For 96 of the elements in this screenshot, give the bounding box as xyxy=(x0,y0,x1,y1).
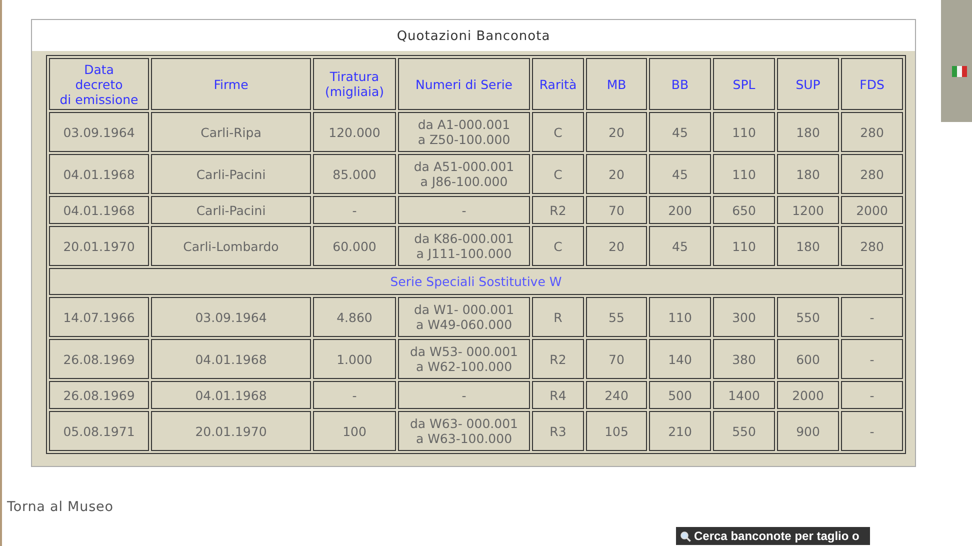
column-header: SUP xyxy=(777,58,839,110)
table-cell: 20.01.1970 xyxy=(151,411,311,451)
table-cell: - xyxy=(398,381,530,409)
table-cell: da A1-000.001 a Z50-100.000 xyxy=(398,112,530,152)
table-cell: 45 xyxy=(649,112,711,152)
table-cell: 04.01.1968 xyxy=(151,381,311,409)
table-cell: 200 xyxy=(649,196,711,224)
table-cell: 550 xyxy=(777,297,839,337)
table-cell: 04.01.1968 xyxy=(49,196,149,224)
column-header: Numeri di Serie xyxy=(398,58,530,110)
table-cell: 900 xyxy=(777,411,839,451)
table-cell: 240 xyxy=(586,381,647,409)
table-cell: C xyxy=(532,226,584,266)
table-cell: 04.01.1968 xyxy=(151,339,311,379)
table-cell: 03.09.1964 xyxy=(49,112,149,152)
table-cell: 180 xyxy=(777,154,839,194)
table-cell: C xyxy=(532,154,584,194)
section-heading: Serie Speciali Sostitutive W xyxy=(49,268,903,295)
table-cell: 2000 xyxy=(841,196,903,224)
table-cell: da W53- 000.001 a W62-100.000 xyxy=(398,339,530,379)
table-cell: da A51-000.001 a J86-100.000 xyxy=(398,154,530,194)
column-header: Data decreto di emissione xyxy=(49,58,149,110)
table-cell: Carli-Lombardo xyxy=(151,226,311,266)
search-button[interactable]: Cerca banconote per taglio o xyxy=(676,527,870,545)
table-cell: 280 xyxy=(841,226,903,266)
table-cell: 70 xyxy=(586,196,647,224)
table-cell: 280 xyxy=(841,154,903,194)
column-header: SPL xyxy=(713,58,775,110)
table-cell: da W63- 000.001 a W63-100.000 xyxy=(398,411,530,451)
table-cell: R4 xyxy=(532,381,584,409)
table-cell: - xyxy=(841,381,903,409)
table-cell: 140 xyxy=(649,339,711,379)
table-cell: 20 xyxy=(586,154,647,194)
table-cell: 1400 xyxy=(713,381,775,409)
column-header: BB xyxy=(649,58,711,110)
table-cell: 45 xyxy=(649,154,711,194)
table-cell: - xyxy=(841,297,903,337)
table-cell: - xyxy=(313,381,396,409)
table-cell: 650 xyxy=(713,196,775,224)
table-cell: - xyxy=(398,196,530,224)
column-header: FDS xyxy=(841,58,903,110)
table-cell: 1.000 xyxy=(313,339,396,379)
table-cell: R xyxy=(532,297,584,337)
table-cell: 280 xyxy=(841,112,903,152)
column-header: Tiratura (migliaia) xyxy=(313,58,396,110)
table-cell: 2000 xyxy=(777,381,839,409)
table-cell: 120.000 xyxy=(313,112,396,152)
table-cell: 70 xyxy=(586,339,647,379)
table-cell: R2 xyxy=(532,196,584,224)
table-cell: 550 xyxy=(713,411,775,451)
column-header: MB xyxy=(586,58,647,110)
back-link[interactable]: Torna al Museo xyxy=(7,499,114,515)
table-cell: 110 xyxy=(713,226,775,266)
table-cell: 100 xyxy=(313,411,396,451)
column-header: Firme xyxy=(151,58,311,110)
table-cell: 60.000 xyxy=(313,226,396,266)
table-cell: 45 xyxy=(649,226,711,266)
table-cell: 20 xyxy=(586,112,647,152)
table-cell: 20 xyxy=(586,226,647,266)
table-cell: 4.860 xyxy=(313,297,396,337)
table-cell: 380 xyxy=(713,339,775,379)
panel-title: Quotazioni Banconota xyxy=(32,20,915,51)
table-cell: da K86-000.001 a J111-100.000 xyxy=(398,226,530,266)
table-cell: R3 xyxy=(532,411,584,451)
table-cell: - xyxy=(313,196,396,224)
table-cell: Carli-Ripa xyxy=(151,112,311,152)
table-cell: 55 xyxy=(586,297,647,337)
table-cell: 210 xyxy=(649,411,711,451)
table-cell: Carli-Pacini xyxy=(151,196,311,224)
table-cell: 180 xyxy=(777,112,839,152)
table-cell: R2 xyxy=(532,339,584,379)
table-cell: - xyxy=(841,411,903,451)
table-cell: 20.01.1970 xyxy=(49,226,149,266)
table-cell: 105 xyxy=(586,411,647,451)
table-cell: 300 xyxy=(713,297,775,337)
flag-icon[interactable] xyxy=(952,66,967,77)
table-cell: 03.09.1964 xyxy=(151,297,311,337)
table-cell: 04.01.1968 xyxy=(49,154,149,194)
column-header: Rarità xyxy=(532,58,584,110)
table-cell: 1200 xyxy=(777,196,839,224)
table-cell: - xyxy=(841,339,903,379)
table-cell: 500 xyxy=(649,381,711,409)
table-cell: 05.08.1971 xyxy=(49,411,149,451)
table-cell: 110 xyxy=(713,154,775,194)
table-cell: 110 xyxy=(649,297,711,337)
table-cell: 180 xyxy=(777,226,839,266)
table-cell: 26.08.1969 xyxy=(49,339,149,379)
table-cell: 600 xyxy=(777,339,839,379)
table-cell: 85.000 xyxy=(313,154,396,194)
table-cell: 26.08.1969 xyxy=(49,381,149,409)
table-cell: C xyxy=(532,112,584,152)
search-icon xyxy=(680,530,691,542)
table-cell: 14.07.1966 xyxy=(49,297,149,337)
table-cell: da W1- 000.001 a W49-060.000 xyxy=(398,297,530,337)
table-cell: Carli-Pacini xyxy=(151,154,311,194)
table-cell: 110 xyxy=(713,112,775,152)
